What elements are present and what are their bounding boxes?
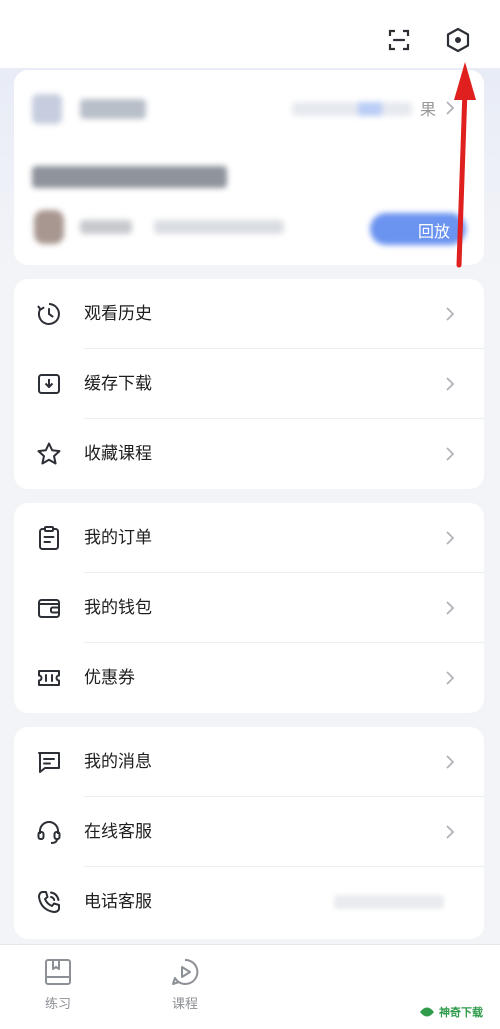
menu-item-cache-download[interactable]: 缓存下载 <box>14 349 484 419</box>
live-course-title <box>32 166 227 188</box>
menu-item-my-orders[interactable]: 我的订单 <box>14 503 484 573</box>
star-icon <box>37 442 61 465</box>
chevron-right-icon <box>446 101 455 115</box>
phone-icon <box>38 891 60 913</box>
menu-item-label: 缓存下载 <box>84 374 152 394</box>
replay-label: 回放 <box>418 222 451 241</box>
hexagon-settings-icon <box>446 27 470 53</box>
live-channel-name <box>80 99 146 119</box>
chevron-right-icon <box>446 601 455 615</box>
menu-item-my-messages[interactable]: 我的消息 <box>14 727 484 797</box>
menu-item-label: 优惠券 <box>84 668 135 688</box>
chevron-right-icon <box>446 671 455 685</box>
scan-icon <box>388 29 410 51</box>
practice-book-icon <box>45 959 71 985</box>
top-bar <box>0 0 500 68</box>
chevron-right-icon <box>446 377 455 391</box>
chevron-right-icon <box>446 447 455 461</box>
tab-practice[interactable]: 练习 <box>28 957 88 1017</box>
live-more-label[interactable]: 果 <box>420 96 436 120</box>
menu-item-label: 电话客服 <box>84 892 152 912</box>
clipboard-icon <box>39 526 59 550</box>
settings-button[interactable] <box>440 22 476 58</box>
history-icon <box>37 303 60 325</box>
menu-item-label: 我的消息 <box>84 752 152 772</box>
tab-label: 练习 <box>44 997 71 1012</box>
scan-button[interactable] <box>381 22 417 58</box>
menu-group-support: 我的消息 在线客服 电话客服 <box>14 727 484 939</box>
course-play-icon <box>172 958 199 985</box>
wallet-icon <box>38 599 60 618</box>
phone-number <box>334 895 444 909</box>
menu-item-label: 观看历史 <box>84 304 152 324</box>
menu-item-label: 我的钱包 <box>84 598 152 618</box>
menu-item-label: 在线客服 <box>84 822 152 842</box>
tab-label: 课程 <box>171 997 198 1012</box>
chevron-right-icon <box>446 307 455 321</box>
menu-item-phone-service[interactable]: 电话客服 <box>14 867 484 937</box>
live-logo <box>32 94 62 124</box>
tab-course[interactable]: 课程 <box>155 957 215 1017</box>
menu-group-learning: 观看历史 缓存下载 收藏课程 <box>14 279 484 489</box>
live-course-card[interactable]: 果 回放 <box>14 70 484 265</box>
message-icon <box>38 752 60 773</box>
chevron-right-icon <box>446 825 455 839</box>
watermark-logo-icon <box>420 1007 434 1017</box>
watermark-text: 神奇下载 <box>439 1006 483 1019</box>
live-time <box>154 220 284 234</box>
menu-item-online-service[interactable]: 在线客服 <box>14 797 484 867</box>
live-card-header <box>32 94 472 124</box>
menu-item-label: 我的订单 <box>84 528 152 548</box>
menu-item-coupons[interactable]: 优惠券 <box>14 643 484 713</box>
menu-item-favorite-courses[interactable]: 收藏课程 <box>14 419 484 489</box>
chevron-right-icon <box>446 531 455 545</box>
menu-group-finance: 我的订单 我的钱包 优惠券 <box>14 503 484 713</box>
download-icon <box>38 374 60 394</box>
menu-item-watch-history[interactable]: 观看历史 <box>14 279 484 349</box>
live-meta <box>292 102 412 116</box>
menu-item-label: 收藏课程 <box>84 444 152 464</box>
watermark: 神奇下载 <box>418 1000 498 1024</box>
teacher-name <box>80 220 132 234</box>
coupon-icon <box>38 670 60 686</box>
teacher-avatar <box>34 210 64 244</box>
chevron-right-icon <box>446 755 455 769</box>
headset-icon <box>37 821 61 844</box>
menu-item-my-wallet[interactable]: 我的钱包 <box>14 573 484 643</box>
